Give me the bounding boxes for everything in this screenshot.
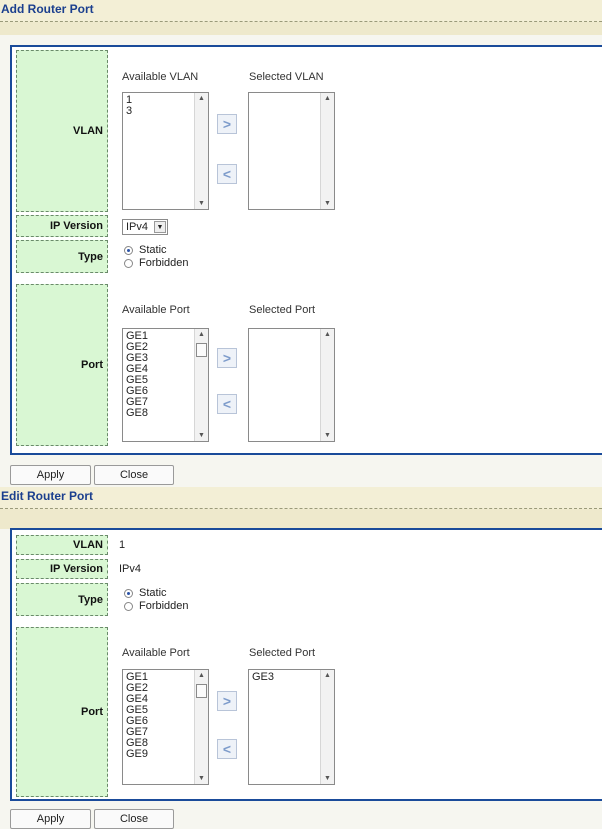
edit-type-static-radio[interactable]: Static bbox=[124, 587, 167, 599]
add-port-value: Available Port Selected Port GE1 GE2 GE3 GE… bbox=[122, 284, 602, 446]
edit-selected-port-caption: Selected Port bbox=[249, 647, 316, 659]
add-available-port-list[interactable]: GE1 GE2 GE3 GE4 GE5 GE6 GE7 GE8 ▲ ▼ bbox=[122, 328, 209, 442]
selected-vlan-scrollbar[interactable]: ▲ ▼ bbox=[320, 93, 334, 209]
edit-available-port-caption: Available Port bbox=[122, 647, 190, 659]
add-port-label: Port bbox=[16, 284, 108, 446]
available-vlan-list[interactable]: 13 ▲ ▼ bbox=[122, 92, 209, 210]
add-vlan-row: VLAN Available VLAN Selected VLAN 13 ▲ ▼ … bbox=[12, 50, 602, 212]
available-port-option[interactable]: GE9 bbox=[126, 749, 148, 760]
edit-vlan-value: 1 bbox=[119, 539, 126, 551]
scroll-thumb[interactable] bbox=[196, 684, 207, 698]
add-available-port-items: GE1 GE2 GE3 GE4 GE5 GE6 GE7 GE8 bbox=[126, 331, 148, 419]
available-vlan-option[interactable]: 3 bbox=[126, 106, 132, 117]
edit-port-label: Port bbox=[16, 627, 108, 797]
remove-vlan-button[interactable]: < bbox=[217, 164, 237, 184]
add-button-bar: Apply Close bbox=[0, 460, 602, 486]
available-vlan-caption: Available VLAN bbox=[122, 71, 199, 83]
add-port-row: Port Available Port Selected Port GE1 GE2… bbox=[12, 284, 602, 446]
edit-ip-version-value: IPv4 bbox=[119, 563, 142, 575]
chevron-right-icon: > bbox=[222, 350, 232, 366]
add-vlan-value: Available VLAN Selected VLAN 13 ▲ ▼ > < ▲… bbox=[122, 50, 602, 212]
edit-vlan-label: VLAN bbox=[16, 535, 108, 555]
available-vlan-items: 13 bbox=[126, 95, 132, 117]
add-vlan-label: VLAN bbox=[16, 50, 108, 212]
add-type-label: Type bbox=[16, 240, 108, 273]
ip-version-select[interactable]: IPv4 ▼ bbox=[122, 219, 168, 235]
chevron-down-icon[interactable]: ▼ bbox=[154, 221, 166, 233]
edit-apply-button[interactable]: Apply bbox=[10, 809, 91, 829]
edit-port-value: Available Port Selected Port GE1 GE2 GE4 GE… bbox=[122, 627, 602, 797]
add-available-port-scrollbar[interactable]: ▲ ▼ bbox=[194, 329, 208, 441]
add-type-static-radio[interactable]: Static bbox=[124, 244, 167, 256]
ip-version-selected: IPv4 bbox=[126, 221, 149, 233]
edit-router-port-panel: VLAN 1 IP Version IPv4 Type Static Forbi… bbox=[10, 528, 602, 801]
add-type-forbidden-radio[interactable]: Forbidden bbox=[124, 257, 189, 269]
edit-vlan-row: VLAN 1 bbox=[12, 535, 602, 555]
selected-port-option[interactable]: GE3 bbox=[252, 672, 274, 683]
edit-type-value: Static Forbidden bbox=[122, 583, 602, 616]
add-section-band bbox=[0, 22, 602, 35]
edit-close-button[interactable]: Close bbox=[94, 809, 174, 829]
edit-router-port-title: Edit Router Port bbox=[0, 487, 602, 509]
edit-ip-version-row: IP Version IPv4 bbox=[12, 559, 602, 579]
available-vlan-scrollbar[interactable]: ▲ ▼ bbox=[194, 93, 208, 209]
chevron-right-icon: > bbox=[222, 116, 232, 132]
add-router-port-title: Add Router Port bbox=[0, 0, 602, 22]
edit-add-port-button[interactable]: > bbox=[217, 691, 237, 711]
add-port-button[interactable]: > bbox=[217, 348, 237, 368]
add-close-button[interactable]: Close bbox=[94, 465, 174, 485]
remove-port-button[interactable]: < bbox=[217, 394, 237, 414]
add-selected-port-scrollbar[interactable]: ▲ ▼ bbox=[320, 329, 334, 441]
add-router-port-panel: VLAN Available VLAN Selected VLAN 13 ▲ ▼ … bbox=[10, 45, 602, 455]
radio-checked-icon bbox=[124, 588, 133, 598]
selected-vlan-list[interactable]: ▲ ▼ bbox=[248, 92, 335, 210]
edit-remove-port-button[interactable]: < bbox=[217, 739, 237, 759]
edit-selected-port-items: GE3 bbox=[252, 672, 274, 683]
edit-available-port-list[interactable]: GE1 GE2 GE4 GE5 GE6 GE7 GE8 GE9 ▲ ▼ bbox=[122, 669, 209, 785]
edit-type-forbidden-label: Forbidden bbox=[139, 600, 189, 612]
edit-selected-port-scrollbar[interactable]: ▲ ▼ bbox=[320, 670, 334, 784]
add-vlan-button[interactable]: > bbox=[217, 114, 237, 134]
chevron-left-icon: < bbox=[222, 166, 232, 182]
edit-available-port-items: GE1 GE2 GE4 GE5 GE6 GE7 GE8 GE9 bbox=[126, 672, 148, 760]
edit-type-forbidden-radio[interactable]: Forbidden bbox=[124, 600, 189, 612]
available-port-option[interactable]: GE8 bbox=[126, 408, 148, 419]
add-ip-version-label: IP Version bbox=[16, 215, 108, 237]
edit-type-row: Type Static Forbidden bbox=[12, 583, 602, 616]
add-selected-port-list[interactable]: ▲ ▼ bbox=[248, 328, 335, 442]
radio-unchecked-icon bbox=[124, 601, 133, 611]
edit-ip-version-label: IP Version bbox=[16, 559, 108, 579]
radio-checked-icon bbox=[124, 245, 133, 255]
edit-type-static-label: Static bbox=[139, 587, 167, 599]
add-ip-version-value: IPv4 ▼ bbox=[112, 215, 602, 237]
add-type-row: Type Static Forbidden bbox=[12, 240, 602, 273]
chevron-right-icon: > bbox=[222, 693, 232, 709]
edit-selected-port-list[interactable]: GE3 ▲ ▼ bbox=[248, 669, 335, 785]
add-type-value: Static Forbidden bbox=[122, 240, 602, 273]
scroll-thumb[interactable] bbox=[196, 343, 207, 357]
edit-available-port-scrollbar[interactable]: ▲ ▼ bbox=[194, 670, 208, 784]
selected-vlan-caption: Selected VLAN bbox=[249, 71, 324, 83]
add-selected-port-caption: Selected Port bbox=[249, 304, 316, 316]
edit-section-band bbox=[0, 509, 602, 529]
add-type-forbidden-label: Forbidden bbox=[139, 257, 189, 269]
add-ip-version-row: IP Version IPv4 ▼ bbox=[12, 215, 602, 237]
add-type-static-label: Static bbox=[139, 244, 167, 256]
add-available-port-caption: Available Port bbox=[122, 304, 190, 316]
radio-unchecked-icon bbox=[124, 258, 133, 268]
edit-port-row: Port Available Port Selected Port GE1 GE2… bbox=[12, 627, 602, 797]
chevron-left-icon: < bbox=[222, 396, 232, 412]
add-apply-button[interactable]: Apply bbox=[10, 465, 91, 485]
chevron-left-icon: < bbox=[222, 741, 232, 757]
edit-type-label: Type bbox=[16, 583, 108, 616]
edit-button-bar: Apply Close bbox=[0, 803, 602, 829]
